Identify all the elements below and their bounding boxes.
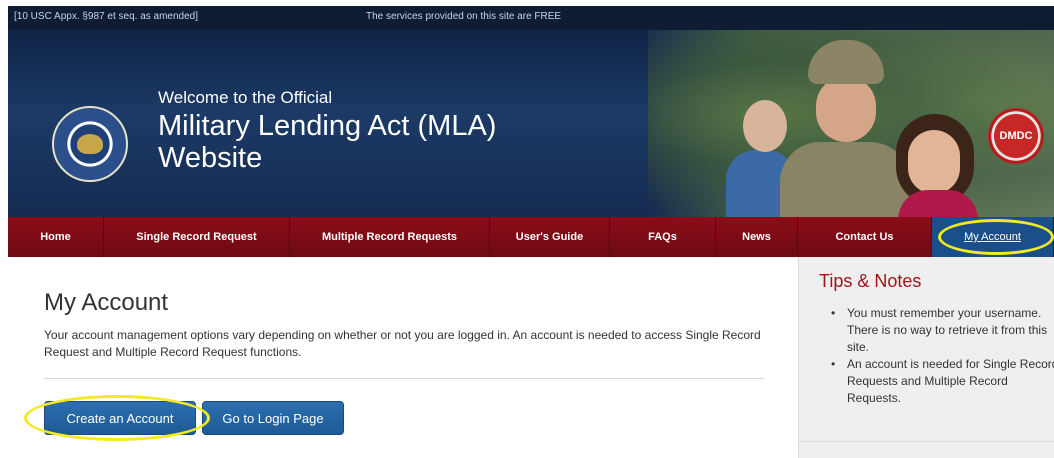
dmdc-logo-icon: DMDC: [988, 108, 1044, 164]
go-to-login-button[interactable]: Go to Login Page: [202, 401, 344, 435]
site-title: Military Lending Act (MLA) Website: [158, 110, 497, 174]
main-content: My Account Your account management optio…: [8, 257, 798, 458]
content-divider: [44, 378, 764, 379]
nav-news[interactable]: News: [716, 217, 798, 257]
page-frame: [10 USC Appx. §987 et seq. as amended] T…: [8, 6, 1054, 458]
tips-list: You must remember your username. There i…: [819, 305, 1054, 407]
free-services-notice: The services provided on this site are F…: [366, 11, 562, 22]
nav-single-record-request[interactable]: Single Record Request: [104, 217, 290, 257]
main-navigation: Home Single Record Request Multiple Reco…: [8, 217, 1054, 257]
create-account-button[interactable]: Create an Account: [44, 401, 196, 435]
tips-sidebar: Tips & Notes You must remember your user…: [798, 257, 1054, 458]
site-banner: Welcome to the Official Military Lending…: [8, 30, 1054, 217]
account-intro-text: Your account management options vary dep…: [44, 328, 761, 359]
nav-faqs[interactable]: FAQs: [610, 217, 716, 257]
department-of-defense-seal-icon: [52, 106, 128, 182]
nav-multiple-record-requests[interactable]: Multiple Record Requests: [290, 217, 490, 257]
eagle-icon: [77, 134, 103, 154]
nav-home[interactable]: Home: [8, 217, 104, 257]
child-head: [743, 100, 787, 152]
page-title: My Account: [44, 289, 169, 316]
woman-head: [908, 130, 960, 194]
legal-citation: [10 USC Appx. §987 et seq. as amended]: [14, 11, 199, 22]
tip-item: An account is needed for Single Record R…: [831, 356, 1054, 407]
tip-item: You must remember your username. There i…: [831, 305, 1054, 356]
welcome-subtitle: Welcome to the Official: [158, 88, 333, 107]
soldier-figure: [780, 142, 910, 217]
sidebar-divider: [799, 441, 1054, 442]
tips-title: Tips & Notes: [819, 271, 922, 291]
nav-users-guide[interactable]: User's Guide: [490, 217, 610, 257]
nav-my-account[interactable]: My Account: [932, 217, 1054, 257]
top-info-bar: [10 USC Appx. §987 et seq. as amended] T…: [8, 6, 1054, 30]
nav-contact-us[interactable]: Contact Us: [798, 217, 932, 257]
soldier-head: [816, 76, 876, 142]
